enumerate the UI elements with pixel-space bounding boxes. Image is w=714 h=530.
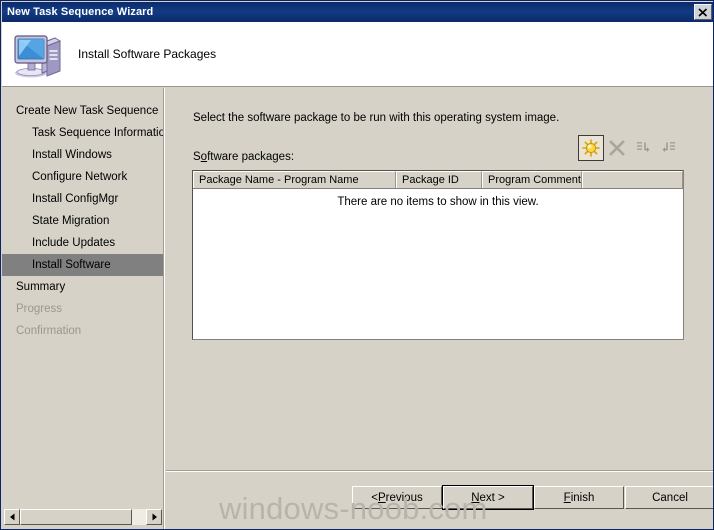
sidebar-item-summary[interactable]: Summary: [2, 276, 164, 298]
instruction-text: Select the software package to be run wi…: [193, 112, 560, 124]
list-column-header[interactable]: Package ID: [396, 171, 482, 188]
sidebar-item-create-new-task-sequence[interactable]: Create New Task Sequence: [2, 100, 164, 122]
move-down-icon: [662, 142, 675, 152]
list-empty-message: There are no items to show in this view.: [337, 196, 539, 208]
page-title: Install Software Packages: [78, 47, 217, 61]
arrow-left-icon: [9, 513, 14, 521]
wizard-main-pane: Select the software package to be run wi…: [166, 88, 713, 529]
titlebar-buttons: [694, 4, 712, 20]
delete-package-button: [604, 135, 630, 161]
label-part-pre: S: [193, 151, 201, 163]
new-package-button[interactable]: [578, 135, 604, 161]
button-label-post: inish: [570, 491, 595, 504]
list-column-header[interactable]: Package Name - Program Name: [193, 171, 396, 188]
sidebar-item-state-migration[interactable]: State Migration: [2, 210, 164, 232]
sidebar-item-install-software[interactable]: Install Software: [2, 254, 164, 276]
sidebar-item-include-updates[interactable]: Include Updates: [2, 232, 164, 254]
button-label-accel: N: [471, 491, 480, 504]
finish-button[interactable]: Finish: [534, 486, 624, 509]
sidebar-item-configure-network[interactable]: Configure Network: [2, 166, 164, 188]
button-label-accel: F: [563, 491, 571, 504]
scroll-left-button[interactable]: [4, 509, 20, 525]
cancel-button[interactable]: Cancel: [625, 486, 713, 509]
wizard-body: Create New Task Sequence Task Sequence In…: [2, 88, 713, 529]
wizard-header: Install Software Packages: [2, 22, 713, 87]
sidebar-item-progress: Progress: [16, 303, 63, 315]
close-icon: [698, 7, 708, 17]
arrow-right-icon: [152, 513, 157, 521]
package-toolbar: [578, 135, 682, 162]
software-packages-list[interactable]: Package Name - Program Name Package ID Pro…: [192, 170, 684, 340]
close-button[interactable]: [694, 4, 712, 20]
delete-package-icon: [609, 140, 625, 156]
sidebar-item-task-sequence-information[interactable]: Task Sequence Information: [2, 122, 164, 144]
computer-icon: [14, 35, 62, 78]
wizard-sidebar: Create New Task Sequence Task Sequence In…: [2, 88, 165, 529]
button-label-post: ext >: [479, 491, 505, 504]
wizard-window: New Task Sequence Wizard Install Softwar…: [0, 0, 714, 530]
software-packages-label: Software packages:: [193, 151, 294, 163]
move-up-button: [630, 135, 656, 161]
wizard-steps-nav: Create New Task Sequence Task Sequence In…: [2, 100, 164, 342]
previous-button[interactable]: < Previous: [352, 486, 442, 509]
list-column-header[interactable]: [582, 171, 683, 188]
button-label-post: revious: [385, 491, 423, 504]
next-button[interactable]: Next >: [442, 485, 534, 510]
move-up-icon: [637, 142, 650, 152]
button-label-pre: Cancel: [652, 491, 688, 504]
scroll-thumb[interactable]: [20, 509, 132, 525]
sidebar-item-install-configmgr[interactable]: Install ConfigMgr: [2, 188, 164, 210]
footer-separator: [166, 470, 713, 472]
scroll-right-button[interactable]: [146, 509, 162, 525]
new-package-icon: [582, 139, 600, 157]
titlebar[interactable]: New Task Sequence Wizard: [2, 2, 713, 22]
list-header-row: Package Name - Program Name Package ID Pro…: [193, 171, 683, 189]
window-title: New Task Sequence Wizard: [7, 6, 154, 18]
separator-line-light: [166, 471, 713, 472]
list-column-header[interactable]: Program Comments: [482, 171, 582, 188]
scroll-track[interactable]: [20, 509, 146, 525]
button-label-pre: <: [371, 491, 378, 504]
wizard-buttons: < Previous Next > Finish Cancel: [166, 485, 713, 516]
button-label-accel: P: [377, 491, 386, 504]
sidebar-item-install-windows[interactable]: Install Windows: [2, 144, 164, 166]
label-part-post: ftware packages:: [207, 151, 295, 163]
sidebar-horizontal-scrollbar[interactable]: [4, 509, 162, 525]
sidebar-item-confirmation: Confirmation: [16, 325, 82, 337]
move-down-button: [656, 135, 682, 161]
